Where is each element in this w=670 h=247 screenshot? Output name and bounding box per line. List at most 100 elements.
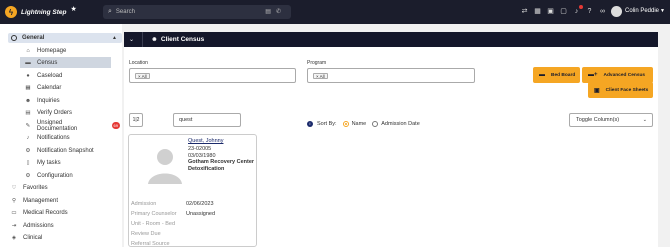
link-icon[interactable]: ∞ [598, 7, 607, 16]
lightning-logo-icon: ϟ [5, 6, 17, 18]
bed-icon: ▬ [539, 72, 545, 78]
page-title: Client Census [160, 36, 205, 43]
people-icon: ☻ [25, 97, 31, 104]
chevron-down-icon: ⌄ [642, 117, 647, 123]
client-id: 23-02005 [188, 146, 212, 152]
sidebar-section-admissions[interactable]: ⇥ Admissions [10, 220, 110, 231]
sidebar-item-verify-orders[interactable]: ▤ Verify Orders [24, 107, 110, 118]
location-chip[interactable]: × All [135, 73, 150, 79]
sidebar-section-label: Favorites [23, 184, 48, 191]
clock-icon [11, 35, 17, 41]
calendar-icon[interactable]: ▦ [533, 7, 542, 16]
sidebar-section-general[interactable]: General ▲ [8, 33, 122, 43]
pin-icon: ⚲ [11, 197, 17, 204]
sidebar: General ▲ ⌂ Homepage ▬ Census ● Caseload… [0, 24, 122, 247]
top-icon-group: ⇄ ▦ ▣ ▢ ♪ ? ∞ [520, 5, 607, 16]
sidebar-item-census[interactable]: ▬ Census [20, 57, 111, 68]
people-icon: ☻ [151, 36, 158, 43]
info-icon[interactable]: i [307, 121, 313, 127]
sort-admission-radio[interactable] [372, 121, 379, 127]
sidebar-item-unsigned-documentation[interactable]: ✎ Unsigned Documentation 69 [24, 119, 120, 132]
sidebar-section-management[interactable]: ⚲ Management [10, 195, 110, 206]
user-name[interactable]: Colin Peddie [625, 8, 659, 14]
client-card[interactable]: Quest, Johnny 23-02005 03/03/1980 Gotham… [128, 134, 257, 247]
sidebar-item-label: Inquiries [37, 97, 60, 104]
sidebar-item-label: Caseload [37, 72, 63, 79]
search-input[interactable]: Search [116, 9, 135, 15]
avatar[interactable] [611, 6, 622, 17]
sidebar-item-label: Notifications [37, 134, 70, 141]
chevron-down-icon[interactable]: ⌄ [129, 36, 134, 43]
sort-name-label[interactable]: Name [352, 121, 367, 127]
panel-header: ⌄ ☻ Client Census [124, 32, 658, 47]
bed-board-button[interactable]: ▬ Bed Board [533, 67, 580, 83]
referral-source-label: Referral Source [131, 241, 170, 247]
location-select[interactable]: × All [129, 68, 296, 83]
census-content: Location × All Program × All ▬ Bed Board… [124, 47, 658, 247]
client-facility: Gotham Recovery Center Detoxification [188, 159, 255, 172]
census-icon: ▬ [25, 59, 31, 66]
person-icon: ● [26, 72, 30, 79]
count-badge: 69 [111, 122, 120, 129]
sidebar-item-label: Configuration [37, 172, 73, 179]
sidebar-item-caseload[interactable]: ● Caseload [24, 70, 110, 81]
sort-order-toggle[interactable]: 1|2 [129, 113, 143, 127]
sidebar-section-medical-records[interactable]: ▭ Medical Records [10, 207, 110, 218]
grid-icon[interactable]: ▣ [546, 7, 555, 16]
sidebar-section-favorites[interactable]: ♡ Favorites [10, 182, 110, 193]
client-search-input[interactable]: quest [173, 113, 241, 127]
notification-bell-icon[interactable]: ♪ [572, 5, 583, 16]
favorite-star-icon[interactable]: ★ [71, 5, 77, 13]
sidebar-section-clinical[interactable]: ◈ Clinical [10, 232, 110, 243]
document-icon: ▤ [25, 109, 31, 116]
handshake-icon[interactable]: ⇄ [520, 7, 529, 16]
gear-icon: ⚙ [25, 147, 31, 154]
home-icon: ⌂ [26, 47, 30, 54]
sidebar-item-inquiries[interactable]: ☻ Inquiries [24, 95, 110, 106]
sort-by-label: Sort By: [317, 121, 337, 127]
global-search[interactable]: ⌕ Search ▤✆ [103, 5, 291, 19]
sidebar-item-label: Unsigned Documentation [36, 119, 78, 132]
sidebar-item-label: Notification Snapshot [37, 147, 94, 154]
toggle-columns-select[interactable]: Toggle Column(s) ⌄ [569, 113, 653, 127]
review-due-label: Review Due [131, 231, 161, 237]
client-name-link[interactable]: Quest, Johnny [188, 138, 223, 144]
pen-icon: ✎ [25, 122, 31, 129]
sort-name-radio[interactable] [342, 121, 349, 127]
program-label: Program [307, 60, 327, 66]
sidebar-item-my-tasks[interactable]: ▯ My tasks [24, 157, 110, 168]
sidebar-item-notification-snapshot[interactable]: ⚙ Notification Snapshot [24, 145, 114, 156]
sidebar-item-label: Calendar [37, 84, 62, 91]
advanced-census-button[interactable]: ▬+ Advanced Census [582, 67, 653, 83]
unit-room-bed-label: Unit - Room - Bed [131, 221, 176, 227]
admission-label: Admission [131, 201, 157, 207]
sidebar-item-calendar[interactable]: ▦ Calendar [24, 82, 110, 93]
divider [142, 32, 144, 47]
sidebar-item-label: Verify Orders [37, 109, 73, 116]
program-chip[interactable]: × All [313, 73, 328, 79]
client-face-sheets-button[interactable]: ▣ Client Face Sheets [588, 82, 653, 98]
sort-by-group: i Sort By: Name Admission Date [307, 121, 420, 127]
help-icon[interactable]: ? [585, 7, 594, 16]
phone-icon[interactable]: ✆ [276, 9, 286, 15]
sidebar-item-notifications[interactable]: ♪ Notifications [24, 132, 110, 143]
primary-counselor-label: Primary Counselor [131, 211, 177, 217]
sort-admission-label[interactable]: Admission Date [381, 121, 420, 127]
clipboard-icon: ▯ [26, 159, 30, 166]
chat-icon[interactable]: ▢ [559, 7, 568, 16]
chevron-up-icon: ▲ [112, 35, 117, 41]
default-avatar-icon [148, 149, 182, 184]
program-select[interactable]: × All [307, 68, 475, 83]
sidebar-item-configuration[interactable]: ⚙ Configuration [24, 170, 110, 181]
sidebar-section-label: Management [23, 197, 59, 204]
sidebar-item-homepage[interactable]: ⌂ Homepage [24, 45, 110, 56]
app-logo[interactable]: ϟ Lightning Step ★ [5, 6, 95, 18]
primary-counselor-value: Unassigned [186, 211, 216, 217]
scan-icon[interactable]: ▤ [265, 9, 276, 15]
sidebar-item-label: My tasks [37, 159, 61, 166]
chevron-down-icon[interactable]: ▼ [660, 8, 665, 14]
notification-dot [579, 5, 583, 9]
top-bar: ϟ Lightning Step ★ ⌕ Search ▤✆ ⇄ ▦ ▣ ▢ ♪… [0, 0, 670, 24]
location-label: Location [129, 60, 148, 66]
calendar-icon: ▦ [25, 84, 31, 91]
